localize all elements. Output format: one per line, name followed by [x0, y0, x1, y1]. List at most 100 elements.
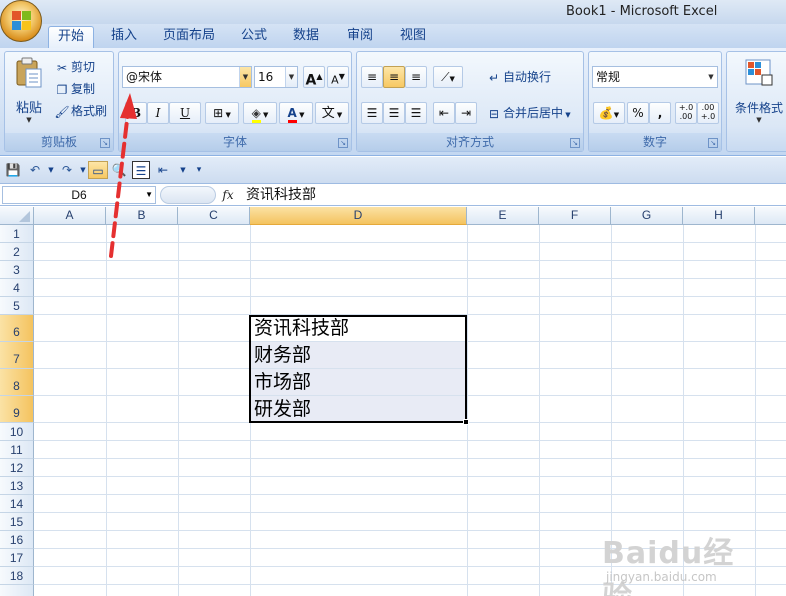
conditional-format-button[interactable]: 条件格式 ▼: [729, 58, 786, 124]
tab-view[interactable]: 视图: [393, 26, 433, 48]
chevron-down-icon[interactable]: ▼: [705, 67, 717, 87]
customize-qat-icon[interactable]: ▾: [190, 161, 208, 179]
tab-home[interactable]: 开始: [48, 26, 94, 48]
decrease-indent-button[interactable]: ⇤: [433, 102, 455, 124]
paste-button[interactable]: 粘贴 ▼: [11, 56, 47, 126]
column-header-e[interactable]: E: [467, 207, 539, 225]
increase-indent-button[interactable]: ⇥: [455, 102, 477, 124]
fill-color-button[interactable]: ◈ ▼: [243, 102, 277, 124]
row-header-16[interactable]: 16: [0, 531, 34, 549]
font-name-combo[interactable]: @宋体 ▼: [122, 66, 252, 88]
row-header-19-partial[interactable]: [0, 585, 34, 596]
chevron-down-icon[interactable]: ▼: [145, 187, 153, 203]
office-button[interactable]: [0, 0, 42, 42]
formula-input[interactable]: 资讯科技部: [246, 186, 316, 204]
increase-decimal-button[interactable]: +.0 .00: [675, 102, 697, 124]
font-color-button[interactable]: A ▼: [279, 102, 313, 124]
row-header-17[interactable]: 17: [0, 549, 34, 567]
align-icon[interactable]: ☰: [132, 161, 150, 179]
row-header-8[interactable]: 8: [0, 369, 34, 396]
row-header-2[interactable]: 2: [0, 243, 34, 261]
align-right-icon: ☰: [410, 106, 422, 120]
italic-button[interactable]: I: [147, 102, 169, 124]
row-header-18[interactable]: 18: [0, 567, 34, 585]
row-header-15[interactable]: 15: [0, 513, 34, 531]
tab-insert[interactable]: 插入: [104, 26, 144, 48]
align-top-button[interactable]: ≡: [361, 66, 383, 88]
indent-icon[interactable]: ⇤: [154, 161, 172, 179]
font-launcher-icon[interactable]: ↘: [338, 138, 348, 148]
row-header-4[interactable]: 4: [0, 279, 34, 297]
tab-data[interactable]: 数据: [286, 26, 326, 48]
save-icon[interactable]: 💾: [4, 161, 22, 179]
clipboard-launcher-icon[interactable]: ↘: [100, 138, 110, 148]
column-header-b[interactable]: B: [106, 207, 178, 225]
chevron-down-icon: ▼: [260, 111, 269, 119]
phonetic-button[interactable]: 文 ▼: [315, 102, 349, 124]
row-header-12[interactable]: 12: [0, 459, 34, 477]
comma-button[interactable]: ,: [649, 102, 671, 124]
percent-button[interactable]: %: [627, 102, 649, 124]
shrink-font-button[interactable]: A▼: [327, 66, 349, 88]
align-right-button[interactable]: ☰: [405, 102, 427, 124]
font-size-combo[interactable]: 16 ▼: [254, 66, 298, 88]
align-left-button[interactable]: ☰: [361, 102, 383, 124]
orientation-icon: ⟋: [441, 70, 450, 84]
column-header-g[interactable]: G: [611, 207, 683, 225]
row-header-14[interactable]: 14: [0, 495, 34, 513]
preview-icon[interactable]: 🔍: [110, 161, 128, 179]
copy-button[interactable]: ❐ 复制: [53, 80, 95, 99]
quick-print-icon[interactable]: ▭: [88, 161, 108, 179]
number-format-combo[interactable]: 常规 ▼: [592, 66, 718, 88]
number-group-label: 数字: [589, 133, 721, 151]
align-left-icon: ☰: [366, 106, 378, 120]
grow-font-button[interactable]: A▲: [303, 66, 325, 89]
row-header-7[interactable]: 7: [0, 342, 34, 369]
fill-handle[interactable]: [463, 419, 469, 425]
orientation-button[interactable]: ⟋▼: [433, 66, 463, 88]
row-header-1[interactable]: 1: [0, 225, 34, 243]
row-header-11[interactable]: 11: [0, 441, 34, 459]
decrease-decimal-button[interactable]: .00 +.0: [697, 102, 719, 124]
align-center-button[interactable]: ☰: [383, 102, 405, 124]
tab-formulas[interactable]: 公式: [234, 26, 274, 48]
bold-button[interactable]: B: [125, 102, 147, 124]
clipboard-group: 粘贴 ▼ ✂ 剪切 ❐ 复制 🖌格式刷 剪贴板 ↘: [4, 51, 114, 152]
align-middle-button[interactable]: ≡: [383, 66, 405, 88]
scissors-icon: ✂: [56, 60, 68, 75]
row-header-10[interactable]: 10: [0, 423, 34, 441]
alignment-launcher-icon[interactable]: ↘: [570, 138, 580, 148]
alignment-group-label: 对齐方式: [357, 133, 583, 151]
format-painter-button[interactable]: 🖌格式刷: [53, 102, 107, 121]
fill-bucket-icon: ◈: [251, 106, 261, 123]
merge-center-button[interactable]: ⊟ 合并后居中 ▼: [485, 104, 571, 123]
accounting-format-button[interactable]: 💰▼: [593, 102, 625, 124]
office-logo-icon: [12, 11, 32, 31]
align-bottom-button[interactable]: ≡: [405, 66, 427, 88]
tab-page-layout[interactable]: 页面布局: [156, 26, 222, 48]
row-header-5[interactable]: 5: [0, 297, 34, 315]
row-header-6[interactable]: 6: [0, 315, 34, 342]
name-box[interactable]: D6 ▼: [2, 186, 156, 204]
row-header-9[interactable]: 9: [0, 396, 34, 423]
insert-function-icon[interactable]: fx: [217, 185, 239, 205]
formula-bar-resize-handle[interactable]: [160, 186, 216, 204]
column-header-f[interactable]: F: [539, 207, 611, 225]
column-header-partial[interactable]: [755, 207, 786, 225]
cut-button[interactable]: ✂ 剪切: [53, 58, 95, 77]
chevron-down-icon[interactable]: ▼: [239, 67, 251, 87]
wrap-text-button[interactable]: ↵ 自动换行: [485, 68, 551, 87]
chevron-down-icon[interactable]: ▼: [285, 67, 297, 87]
font-color-icon: A: [287, 106, 297, 123]
column-header-c[interactable]: C: [178, 207, 250, 225]
select-all-button[interactable]: [0, 207, 34, 225]
column-header-h[interactable]: H: [683, 207, 755, 225]
tab-review[interactable]: 审阅: [340, 26, 380, 48]
column-header-a[interactable]: A: [34, 207, 106, 225]
number-launcher-icon[interactable]: ↘: [708, 138, 718, 148]
borders-button[interactable]: ⊞ ▼: [205, 102, 239, 124]
column-header-d[interactable]: D: [250, 207, 467, 225]
row-header-13[interactable]: 13: [0, 477, 34, 495]
underline-button[interactable]: U: [169, 102, 201, 124]
row-header-3[interactable]: 3: [0, 261, 34, 279]
